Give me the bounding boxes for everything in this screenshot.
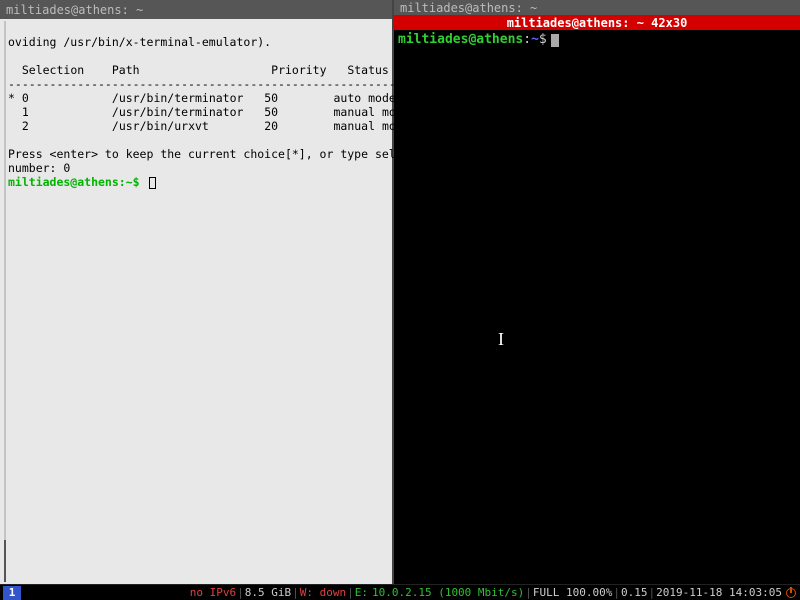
col-status: Status [347, 63, 389, 77]
right-prompt-dollar: $ [539, 32, 547, 47]
statusbar: 1 no IPv6 | 8.5 GiB | W: down | E: 10.0.… [0, 584, 800, 600]
row-path: /usr/bin/terminator [112, 91, 244, 105]
text-cursor-ibeam-icon: I [498, 332, 504, 347]
press-enter-line: Press <enter> to keep the current choice… [8, 147, 437, 161]
power-icon[interactable] [786, 588, 796, 598]
sep: | [237, 586, 244, 599]
row-status: auto mode [334, 91, 396, 105]
sep: | [292, 586, 299, 599]
status-eth-val: 10.0.2.15 (1000 Mbit/s) [372, 586, 524, 599]
row-mark [8, 105, 15, 119]
status-datetime: 2019-11-18 14:03:05 [656, 586, 782, 599]
right-titlebar-dark: miltiades@athens: ~ [394, 0, 800, 15]
row-sel: 0 [22, 91, 29, 105]
left-prompt: miltiades@athens:~$ [8, 175, 140, 189]
row-prio: 50 [264, 91, 278, 105]
row-prio: 20 [264, 119, 278, 133]
right-title-dark-text: miltiades@athens: ~ [400, 1, 537, 15]
right-cursor [551, 34, 559, 47]
status-ipv6: no IPv6 [190, 586, 236, 599]
row-path: /usr/bin/urxvt [112, 119, 209, 133]
right-terminal[interactable]: miltiades@athens: ~ miltiades@athens: ~ … [394, 0, 800, 584]
left-terminal-content[interactable]: oviding /usr/bin/x-terminal-emulator). S… [6, 21, 437, 582]
status-load: 0.15 [621, 586, 648, 599]
left-titlebar: miltiades@athens: ~ [0, 0, 392, 19]
left-terminal-body[interactable]: oviding /usr/bin/x-terminal-emulator). S… [0, 19, 392, 584]
right-prompt-path: ~ [531, 32, 539, 47]
sep: | [525, 586, 532, 599]
row-sel: 1 [22, 105, 29, 119]
sep: | [347, 586, 354, 599]
row-sel: 2 [22, 119, 29, 133]
workspace-badge[interactable]: 1 [3, 586, 21, 600]
right-prompt-colon: : [523, 32, 531, 47]
status-eth-label: E: [355, 586, 368, 599]
row-mark [8, 119, 15, 133]
status-battery: FULL 100.00% [533, 586, 612, 599]
right-title-red-text: miltiades@athens: ~ 42x30 [507, 16, 688, 30]
row-mark: * [8, 91, 15, 105]
number-line: number: 0 [8, 161, 70, 175]
col-priority: Priority [271, 63, 326, 77]
status-wifi: W: down [300, 586, 346, 599]
right-prompt-userhost: miltiades@athens [398, 32, 523, 47]
right-terminal-body[interactable]: miltiades@athens:~$ I [394, 30, 800, 584]
col-path: Path [112, 63, 140, 77]
left-cursor [149, 177, 156, 189]
sep: | [649, 586, 656, 599]
sep: | [613, 586, 620, 599]
desktop: miltiades@athens: ~ oviding /usr/bin/x-t… [0, 0, 800, 584]
left-title-text: miltiades@athens: ~ [6, 3, 143, 17]
left-terminal[interactable]: miltiades@athens: ~ oviding /usr/bin/x-t… [0, 0, 394, 584]
right-titlebar-red: miltiades@athens: ~ 42x30 [394, 15, 800, 30]
row-path: /usr/bin/terminator [112, 105, 244, 119]
col-selection: Selection [22, 63, 84, 77]
status-mem: 8.5 GiB [245, 586, 291, 599]
row-prio: 50 [264, 105, 278, 119]
output-line: oviding /usr/bin/x-terminal-emulator). [8, 35, 271, 49]
workspace-number: 1 [9, 586, 16, 599]
